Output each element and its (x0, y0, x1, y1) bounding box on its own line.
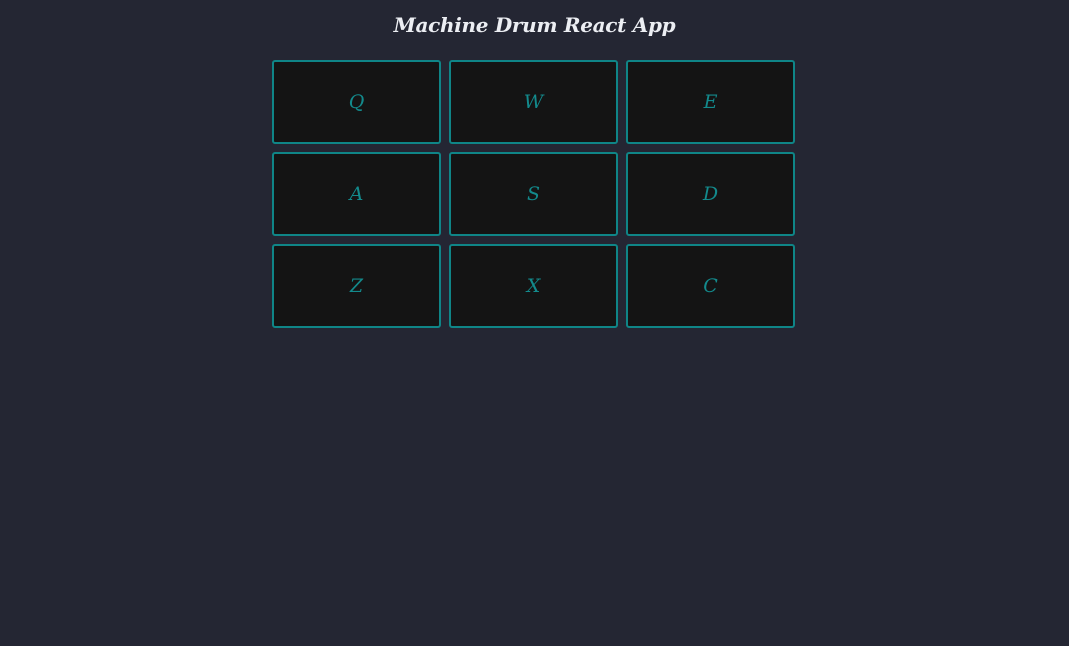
drum-pad-x[interactable]: X (449, 244, 618, 328)
drum-pad-label: W (523, 91, 544, 113)
drum-pad-label: C (703, 275, 718, 297)
drum-pad-label: X (526, 275, 541, 297)
drum-pad-z[interactable]: Z (272, 244, 441, 328)
drum-pad-e[interactable]: E (626, 60, 795, 144)
drum-pad-label: E (703, 91, 718, 113)
drum-pad-label: Q (348, 91, 365, 113)
drum-pad-s[interactable]: S (449, 152, 618, 236)
drum-pad-label: S (526, 183, 541, 205)
drum-pad-label: Z (349, 275, 364, 297)
drum-pad-grid: Q W E A S D Z X C (272, 60, 796, 328)
page-title: Machine Drum React App (393, 13, 676, 37)
drum-pad-label: A (349, 183, 364, 205)
drum-pad-c[interactable]: C (626, 244, 795, 328)
drum-pad-q[interactable]: Q (272, 60, 441, 144)
drum-pad-d[interactable]: D (626, 152, 795, 236)
drum-pad-label: D (702, 183, 719, 205)
drum-pad-w[interactable]: W (449, 60, 618, 144)
drum-pad-a[interactable]: A (272, 152, 441, 236)
